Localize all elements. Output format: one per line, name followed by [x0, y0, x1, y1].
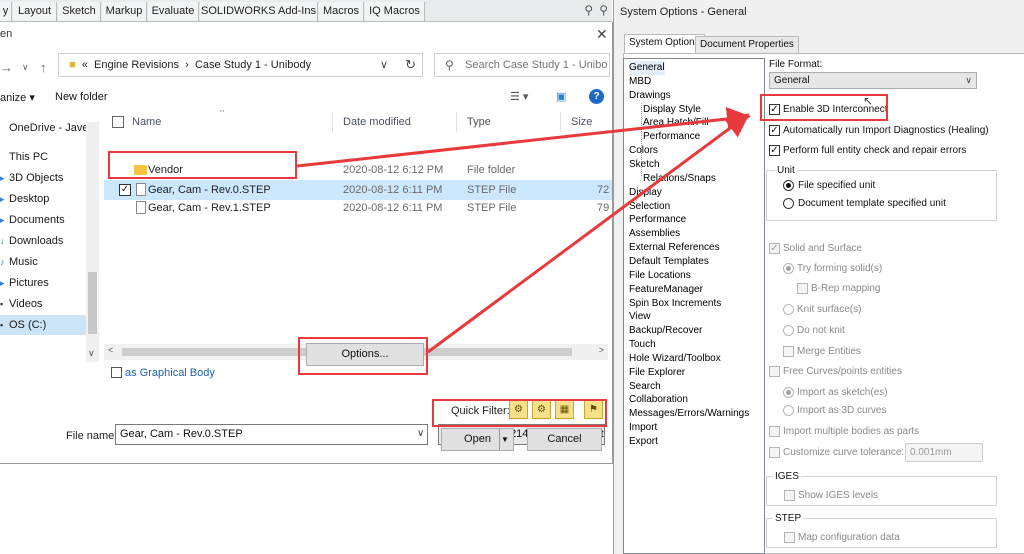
annotation-arrows	[296, 107, 751, 354]
arrow-file-to-interconnect	[296, 107, 751, 168]
arrow-options-to-interconnect	[427, 113, 750, 354]
